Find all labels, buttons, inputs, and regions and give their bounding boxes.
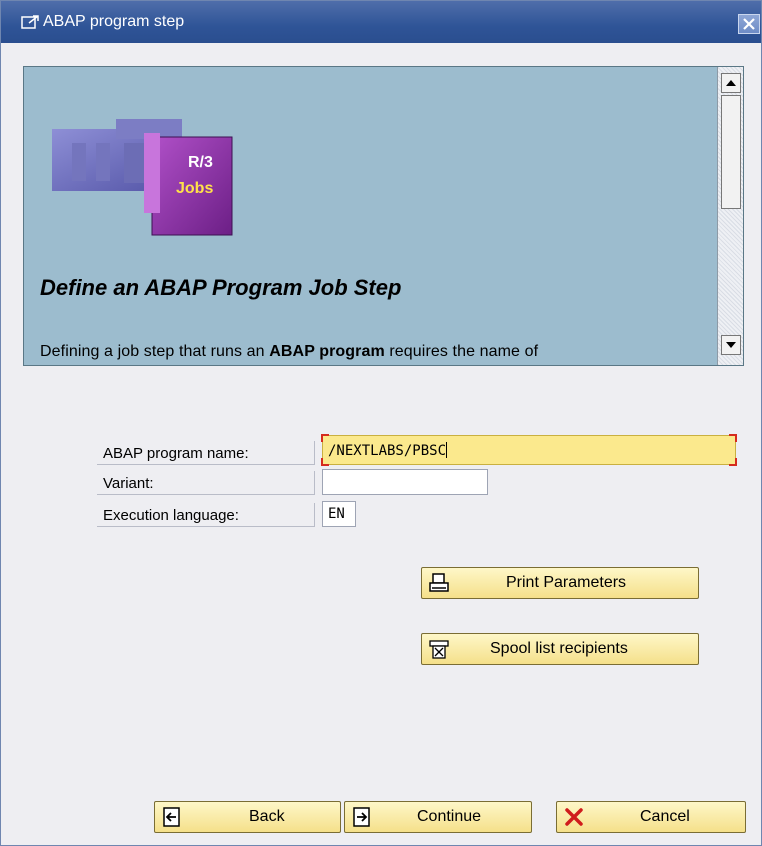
arrow-up-icon xyxy=(726,80,736,86)
variant-input[interactable] xyxy=(322,469,488,495)
cancel-label: Cancel xyxy=(640,808,690,825)
text-caret xyxy=(446,442,448,458)
back-button[interactable]: Back xyxy=(154,801,341,833)
required-marker xyxy=(321,434,329,442)
spool-list-recipients-label: Spool list recipients xyxy=(490,640,628,657)
close-icon xyxy=(743,18,755,30)
execution-language-input[interactable]: EN xyxy=(322,501,356,527)
svg-text:R/3: R/3 xyxy=(188,154,213,171)
required-marker xyxy=(729,434,737,442)
back-label: Back xyxy=(249,808,285,825)
program-name-input[interactable]: /NEXTLABS/PBSC xyxy=(321,434,737,466)
help-scrollbar[interactable] xyxy=(717,67,743,365)
external-window-icon xyxy=(21,15,39,29)
spool-list-recipients-button[interactable]: Spool list recipients xyxy=(421,633,699,665)
cancel-icon xyxy=(565,808,583,826)
abap-program-step-dialog: ABAP program step R/3 Jobs Define an ABA… xyxy=(0,0,762,846)
print-parameters-label: Print Parameters xyxy=(506,574,627,591)
svg-text:Jobs: Jobs xyxy=(176,180,213,197)
window-title: ABAP program step xyxy=(43,13,185,30)
spool-recipients-icon xyxy=(429,640,449,659)
r3-jobs-logo: R/3 Jobs xyxy=(52,119,233,236)
arrow-down-icon xyxy=(726,342,736,348)
scroll-down-button[interactable] xyxy=(721,335,741,355)
cancel-button[interactable]: Cancel xyxy=(556,801,746,833)
continue-label: Continue xyxy=(417,808,482,825)
program-name-label: ABAP program name: xyxy=(97,441,315,465)
help-text: Defining a job step that runs an ABAP pr… xyxy=(40,343,539,360)
execution-language-label: Execution language: xyxy=(97,503,315,527)
continue-button[interactable]: Continue xyxy=(344,801,532,833)
back-icon xyxy=(163,807,180,827)
required-marker xyxy=(321,458,329,466)
printer-icon xyxy=(429,573,449,592)
required-marker xyxy=(729,458,737,466)
scroll-up-button[interactable] xyxy=(721,73,741,93)
title-bar[interactable]: ABAP program step xyxy=(1,1,761,43)
scroll-thumb[interactable] xyxy=(721,95,741,209)
help-heading: Define an ABAP Program Job Step xyxy=(40,275,402,300)
continue-icon xyxy=(353,807,370,827)
print-parameters-button[interactable]: Print Parameters xyxy=(421,567,699,599)
variant-label: Variant: xyxy=(97,471,315,495)
help-panel: R/3 Jobs Define an ABAP Program Job Step… xyxy=(23,66,744,366)
close-button[interactable] xyxy=(738,14,760,34)
